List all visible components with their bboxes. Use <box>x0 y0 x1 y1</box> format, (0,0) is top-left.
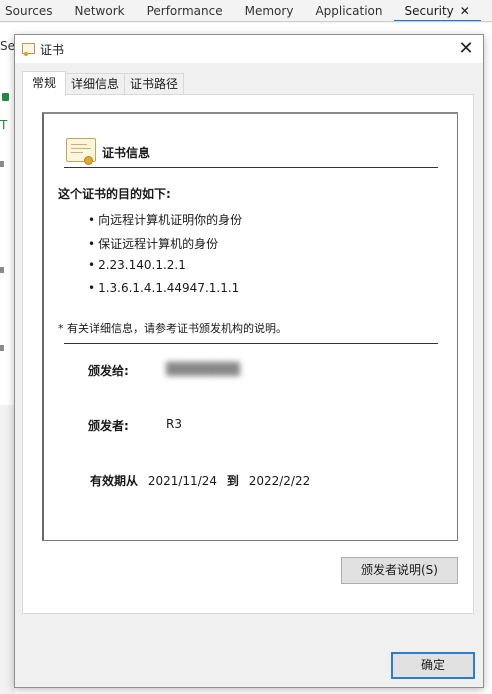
purpose-item: • 2.23.140.1.2.1 <box>88 258 186 272</box>
tab-certification-path[interactable]: 证书路径 <box>124 73 185 95</box>
devtools-tab-bar: Sources Network Performance Memory Appli… <box>0 0 492 22</box>
dialog-tabs: 常规 详细信息 证书路径 <box>22 71 185 96</box>
purpose-text: 保证远程计算机的身份 <box>98 237 219 251</box>
general-tab-panel: 证书信息 这个证书的目的如下: • 向远程计算机证明你的身份 • 保证远程计算机的身… <box>22 94 474 614</box>
purpose-text: 向远程计算机证明你的身份 <box>98 213 243 227</box>
valid-from-label: 有效期从 <box>90 474 139 488</box>
issued-to-value: ████████ <box>166 362 240 376</box>
lock-icon <box>2 93 9 101</box>
tab-details[interactable]: 详细信息 <box>65 73 126 95</box>
valid-to-label: 到 <box>226 474 239 488</box>
dialog-title: 证书 <box>40 43 65 57</box>
tab-network[interactable]: Network <box>63 0 135 21</box>
sidebar-marker-icon <box>0 345 4 351</box>
divider <box>64 343 438 344</box>
purpose-item: • 向远程计算机证明你的身份 <box>88 211 242 228</box>
sidebar-text-fragment: Se <box>0 39 15 53</box>
info-note: * 有关详细信息，请参考证书颁发机构的说明。 <box>58 322 287 335</box>
sidebar-marker-icon <box>0 161 4 167</box>
devtools-drawer <box>0 405 15 694</box>
certificate-info-box: 证书信息 这个证书的目的如下: • 向远程计算机证明你的身份 • 保证远程计算机的身… <box>42 112 458 541</box>
issued-by-value: R3 <box>166 417 182 431</box>
sidebar-marker-icon <box>0 267 4 273</box>
tab-security-label: Security <box>404 3 454 18</box>
bullet: • <box>88 258 96 272</box>
ok-button[interactable]: 确定 <box>391 652 475 679</box>
sidebar-text-fragment: T <box>0 118 8 132</box>
bullet: • <box>88 281 96 295</box>
tab-performance[interactable]: Performance <box>136 0 234 21</box>
tab-sources[interactable]: Sources <box>0 0 63 21</box>
close-button[interactable]: ✕ <box>455 38 477 60</box>
divider <box>64 167 438 168</box>
tab-lighthouse[interactable]: Lighthouse <box>481 0 492 21</box>
issued-to-label: 颁发给: <box>88 364 129 378</box>
bullet: • <box>88 237 96 251</box>
certificate-icon <box>22 43 35 56</box>
certificate-info-heading: 证书信息 <box>102 146 151 160</box>
validity-row: 有效期从 2021/11/24 到 2022/2/22 <box>90 472 316 489</box>
tab-memory[interactable]: Memory <box>234 0 305 21</box>
tab-application[interactable]: Application <box>304 0 393 21</box>
valid-from-value: 2021/11/24 <box>147 474 218 488</box>
issuer-statement-button[interactable]: 颁发者说明(S) <box>341 557 458 584</box>
certificate-dialog: 证书 ✕ 常规 详细信息 证书路径 证书信息 这个证书的目的如下: • 向远程计算… <box>14 34 484 688</box>
security-sidebar: Se T <box>0 23 15 403</box>
certificate-icon <box>66 138 96 165</box>
purpose-title: 这个证书的目的如下: <box>58 187 171 201</box>
purpose-item: • 1.3.6.1.4.1.44947.1.1.1 <box>88 281 239 295</box>
valid-to-value: 2022/2/22 <box>248 474 311 488</box>
tab-general[interactable]: 常规 <box>22 71 67 96</box>
bullet: • <box>88 213 96 227</box>
purpose-item: • 保证远程计算机的身份 <box>88 235 218 252</box>
dialog-titlebar[interactable]: 证书 ✕ <box>15 35 483 63</box>
purpose-text: 2.23.140.1.2.1 <box>98 258 186 272</box>
purpose-text: 1.3.6.1.4.1.44947.1.1.1 <box>98 281 240 295</box>
close-icon[interactable]: ✕ <box>460 4 470 18</box>
issued-by-label: 颁发者: <box>88 419 129 433</box>
tab-security[interactable]: Security ✕ <box>393 0 481 21</box>
